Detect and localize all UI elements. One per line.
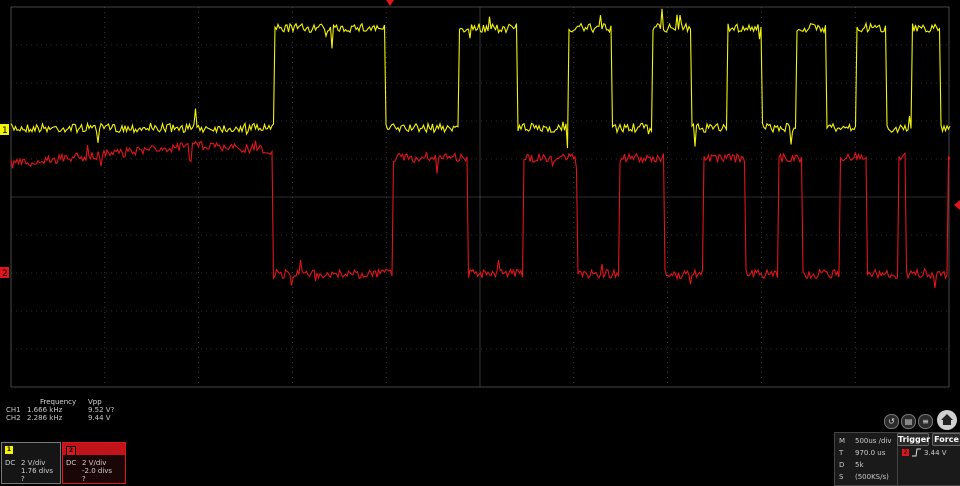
tb-value-d: 5k <box>855 461 864 469</box>
svg-text:1: 1 <box>2 126 8 136</box>
tb-value-t: 970.0 us <box>855 449 886 457</box>
meas-ch1-label: CH1 <box>6 406 21 414</box>
rising-edge-icon <box>912 448 921 457</box>
graticule <box>10 6 950 388</box>
ch2-offset-marker[interactable]: 2 <box>0 267 9 279</box>
force-button[interactable]: Force <box>932 433 960 446</box>
trigger-level-marker[interactable] <box>954 200 960 210</box>
ch2-extra: ? <box>82 475 86 483</box>
save-icon[interactable]: ▤ <box>901 414 916 429</box>
menu-icon[interactable]: ≡ <box>918 414 933 429</box>
oscilloscope-screen[interactable]: 1 2 <box>0 0 960 484</box>
meas-ch1-vpp: 9.52 V? <box>88 406 115 414</box>
tb-key-d: D <box>839 461 845 469</box>
timebase-panel[interactable]: M 500us /div T 970.0 us D 5k S (500KS/s) <box>834 432 898 486</box>
tb-value-m: 500us /div <box>855 437 892 445</box>
tb-value-s: (500KS/s) <box>855 473 889 481</box>
meas-ch2-frequency: 2.286 kHz <box>27 414 63 422</box>
meas-ch2-label: CH2 <box>6 414 21 422</box>
undo-icon[interactable]: ↺ <box>884 414 899 429</box>
trigger-position-marker[interactable] <box>386 0 394 6</box>
ch2-coupling: DC <box>66 459 77 467</box>
ch1-scale: 2 V/div <box>21 459 46 467</box>
trigger-level: 3.44 V <box>924 449 947 457</box>
ch1-offset-marker[interactable]: 1 <box>0 124 9 136</box>
home-glyph <box>941 414 953 425</box>
meas-ch1-frequency: 1.666 kHz <box>27 406 63 414</box>
trigger-button[interactable]: Trigger <box>897 433 930 446</box>
ch1-offset: 1.76 divs <box>21 467 53 475</box>
ch1-extra: ? <box>21 475 25 483</box>
ch2-waveform <box>10 140 951 289</box>
tb-key-t: T <box>839 449 844 457</box>
ch1-tag: 1 <box>5 446 13 454</box>
ch2-scale: 2 V/div <box>82 459 107 467</box>
waveforms <box>10 8 951 289</box>
home-icon[interactable] <box>937 410 957 430</box>
ch2-card[interactable]: 2 DC 2 V/div -2.0 divs ? <box>62 442 126 484</box>
ch1-card[interactable]: 1 DC 2 V/div 1.76 divs ? <box>1 442 61 484</box>
ch1-waveform <box>10 8 951 149</box>
ch1-coupling: DC <box>5 459 16 467</box>
meas-ch2-vpp: 9.44 V <box>88 414 111 422</box>
ch2-offset: -2.0 divs <box>82 467 113 475</box>
svg-text:2: 2 <box>2 269 8 279</box>
meas-header-vpp: Vpp <box>88 398 102 406</box>
tb-key-s: S <box>839 473 844 481</box>
meas-header-frequency: Frequency <box>40 398 77 406</box>
tb-key-m: M <box>839 437 846 445</box>
trigger-source: 2 <box>902 449 909 456</box>
ch2-tag: 2 <box>66 446 76 456</box>
